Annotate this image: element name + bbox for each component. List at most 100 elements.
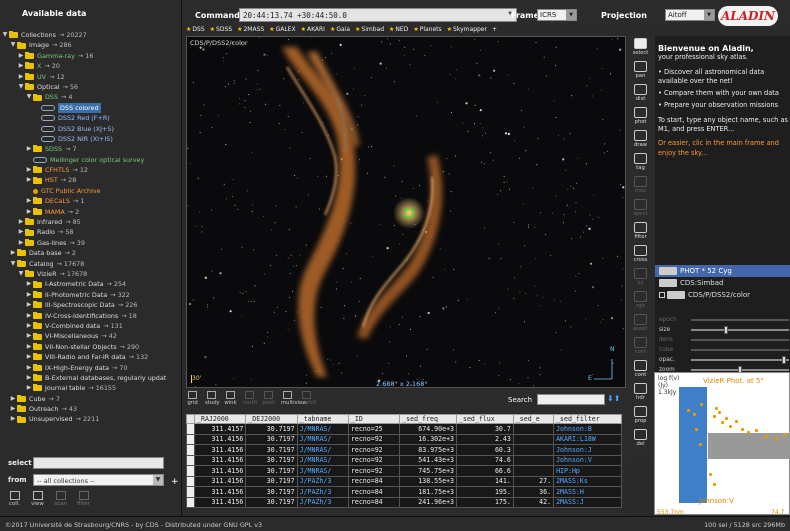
table-cell[interactable]: J/PAZh/3 [296, 486, 349, 498]
tree-item[interactable]: ▶ Gamma-ray → 16 [2, 51, 182, 61]
table-cell[interactable]: Johnson:J [553, 444, 622, 456]
tree-item[interactable]: DSS2 Blue (XJ+S) [2, 124, 182, 134]
table-cell[interactable]: 2MASS:H [553, 486, 622, 498]
collapsed-icon[interactable]: ▶ [18, 238, 24, 248]
column-header[interactable]: _DEJ2000 [245, 414, 298, 424]
tree-item[interactable]: DSS2 NIR (XI+IS) [2, 134, 182, 144]
row-marker[interactable] [186, 433, 195, 445]
frame-select[interactable]: ICRS ▼ [537, 9, 577, 21]
add-collection-button[interactable]: + [171, 477, 179, 487]
collapsed-icon[interactable]: ▶ [10, 414, 16, 424]
table-cell[interactable]: J/MNRAS/ [296, 465, 349, 477]
collapsed-icon[interactable]: ▶ [26, 311, 32, 321]
tree-item[interactable]: ▼ Image → 286 [2, 40, 182, 50]
slider-size[interactable]: size [655, 325, 790, 335]
photometry-point[interactable] [699, 443, 702, 446]
tree-item[interactable]: ▶ VIII-Radio and Far-IR data → 132 [2, 352, 182, 362]
collapsed-icon[interactable]: ▶ [26, 290, 32, 300]
tree-item[interactable]: ▶ VII-Non-stellar Objects → 290 [2, 342, 182, 352]
column-header[interactable]: _sed_e [512, 414, 555, 424]
table-cell[interactable]: J/MNRAS/ [296, 454, 349, 466]
tree-item[interactable]: DSS2 Red (F+R) [2, 113, 182, 123]
pixel-button[interactable]: pixel [262, 391, 275, 406]
collapsed-icon[interactable]: ▶ [10, 404, 16, 414]
table-row[interactable]: 311.4156 30.7197 J/MNRAS/recno=92 16.302e+3… [186, 433, 622, 445]
photometry-point[interactable] [700, 403, 703, 406]
tree-item[interactable]: ▶ Radio → 58 [2, 227, 182, 237]
tree-item[interactable]: ▶ Data base → 2 [2, 248, 182, 258]
tool-prop[interactable]: prop [627, 404, 654, 427]
layer-item[interactable]: PHOT * 52 Cyg [655, 265, 790, 277]
tree-item[interactable]: DSS colored [2, 102, 182, 114]
expanded-icon[interactable]: ▼ [26, 92, 32, 102]
photometry-point[interactable] [715, 407, 718, 410]
column-header[interactable]: _ID [347, 414, 401, 424]
tool-cont[interactable]: cont [627, 335, 654, 358]
photometry-point[interactable] [741, 428, 744, 431]
tree-item[interactable]: ▶ III-Spectroscopic Data → 226 [2, 300, 182, 310]
collapsed-icon[interactable]: ▶ [18, 217, 24, 227]
table-cell[interactable]: 2MASS:J [553, 496, 622, 508]
table-cell[interactable]: J/PAZh/3 [296, 475, 349, 487]
survey-shortcut[interactable]: ★Skymapper [447, 26, 487, 35]
expanded-icon[interactable]: ▼ [2, 30, 8, 40]
collapsed-icon[interactable]: ▶ [26, 300, 32, 310]
tree-item[interactable]: ▶ SDSS → 7 [2, 144, 182, 154]
tree-item[interactable]: ▶ DECaLS → 1 [2, 196, 182, 206]
search-input[interactable] [537, 394, 605, 405]
tree-item[interactable]: ▼ Catalog → 17678 [2, 259, 182, 269]
tree-item[interactable]: ▶ Outreach → 43 [2, 404, 182, 414]
survey-shortcut[interactable]: ★SDSS [210, 26, 232, 35]
survey-shortcut[interactable]: ★NED [389, 26, 408, 35]
table-row[interactable]: 311.4156 30.7197 J/MNRAS/recno=92 541.43e+3… [186, 454, 622, 466]
photometry-point[interactable] [693, 413, 696, 416]
match-button[interactable]: match [300, 391, 317, 406]
tree-item[interactable]: ▶ V-Combined data → 131 [2, 321, 182, 331]
north-button[interactable]: north [243, 391, 257, 406]
row-marker[interactable] [186, 444, 195, 456]
tool-dist[interactable]: dist [627, 82, 654, 105]
tool-filter[interactable]: filter [627, 220, 654, 243]
table-row[interactable]: 311.4157 30.7197 J/MNRAS/recno=25 674.90e+3… [186, 423, 622, 435]
tree-item[interactable]: ▶ B-External databases, regularly updat [2, 373, 182, 383]
table-row[interactable]: 311.4156 30.7197 J/PAZh/3 recno=84 241.96e+3… [186, 496, 622, 508]
collapsed-icon[interactable]: ▶ [26, 331, 32, 341]
column-header[interactable]: _sed_flux [456, 414, 514, 424]
expanded-icon[interactable]: ▼ [18, 269, 24, 279]
layer-item[interactable]: CDS:Simbad [655, 277, 790, 289]
tree-item[interactable]: ▶ HST → 28 [2, 175, 182, 185]
tree-scan-button[interactable]: scan [52, 491, 69, 507]
photometry-point[interactable] [687, 409, 690, 412]
slider-dens[interactable]: dens [655, 335, 790, 345]
slider-cube[interactable]: cube [655, 345, 790, 355]
tool-moc[interactable]: moc [627, 174, 654, 197]
tree-item[interactable]: ▶ Unsupervised → 2211 [2, 414, 182, 424]
tree-item[interactable]: ▶ Gas-lines → 39 [2, 238, 182, 248]
collapsed-icon[interactable]: ▶ [18, 51, 24, 61]
collapsed-icon[interactable]: ▶ [26, 321, 32, 331]
tree-coll-button[interactable]: coll. [6, 491, 23, 507]
collapsed-icon[interactable]: ▶ [10, 248, 16, 258]
survey-shortcut[interactable]: ★2MASS [237, 26, 264, 35]
survey-shortcut[interactable]: ★AKARI [301, 26, 325, 35]
collapsed-icon[interactable]: ▶ [26, 175, 32, 185]
tool-rgb[interactable]: rgb [627, 289, 654, 312]
table-cell[interactable]: J/MNRAS/ [296, 433, 349, 445]
collapsed-icon[interactable]: ▶ [26, 144, 32, 154]
collapsed-icon[interactable]: ▶ [26, 207, 32, 217]
photometry-point[interactable] [735, 420, 738, 423]
tree-item[interactable]: ▼ Optical → 56 [2, 82, 182, 92]
row-marker[interactable] [186, 423, 195, 435]
slider-epoch[interactable]: epoch [655, 315, 790, 325]
tree-item[interactable]: Mellinger color optical survey [2, 155, 182, 165]
tool-spect[interactable]: spect [627, 197, 654, 220]
slider-track[interactable] [691, 339, 789, 341]
tool-hdr[interactable]: hdr [627, 381, 654, 404]
row-marker[interactable] [186, 454, 195, 466]
layer-item[interactable]: CDS/P/DSS2/color [655, 289, 790, 301]
table-row[interactable]: 311.4156 30.7197 J/MNRAS/recno=92 83.975e+3… [186, 444, 622, 456]
tool-select[interactable]: select [627, 36, 654, 59]
table-cell[interactable]: J/MNRAS/ [296, 423, 349, 435]
photometry-point[interactable] [695, 428, 698, 431]
tree-item[interactable]: ▶ Cube → 7 [2, 394, 182, 404]
